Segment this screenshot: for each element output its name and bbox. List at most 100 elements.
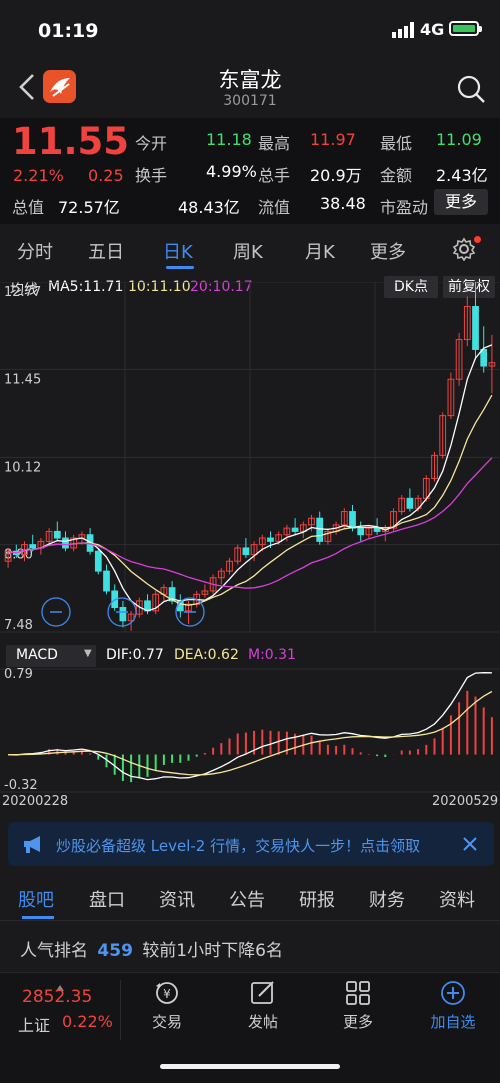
change-amount: 0.25	[88, 166, 124, 185]
bottom-tab-3[interactable]: 公告	[229, 886, 265, 912]
change-percent: 2.21%	[13, 166, 64, 185]
megaphone-icon	[24, 836, 40, 853]
candle-body	[357, 527, 365, 536]
popularity-row[interactable]: 人气排名 459 较前1小时下降6名	[20, 936, 283, 961]
active-bottom-tab-indicator	[22, 916, 54, 919]
dea-value: DEA:0.62	[174, 647, 239, 663]
active-tab-indicator	[166, 266, 194, 269]
current-price: 11.55	[12, 120, 130, 163]
candle-body	[373, 527, 381, 532]
quote-value: 11.97	[310, 130, 356, 149]
stock-code: 300171	[223, 93, 277, 109]
candle-body	[472, 305, 479, 350]
x-label-start: 20200228	[2, 794, 69, 809]
tab-5[interactable]: 更多	[370, 238, 406, 264]
quote-label: 市盈动	[380, 198, 429, 217]
tab-2[interactable]: 日K	[163, 238, 193, 264]
candle-body	[291, 527, 299, 532]
toolbar-3[interactable]: 加自选	[423, 1011, 483, 1032]
y-tick-label: 11.45	[4, 372, 41, 387]
tab-4[interactable]: 月K	[305, 238, 335, 264]
candlestick-chart[interactable]: 12.7711.4510.128.807.48	[0, 282, 500, 642]
banner-text[interactable]: 炒股必备超级 Level-2 行情，交易快人一步！点击领取	[56, 835, 420, 856]
tab-1[interactable]: 五日	[88, 238, 124, 264]
bottom-tab-2[interactable]: 资讯	[159, 886, 195, 912]
y-tick-label: 10.12	[4, 460, 41, 475]
quote-label: 最高	[258, 134, 291, 153]
candle-body	[53, 530, 61, 539]
tab-3[interactable]: 周K	[233, 238, 263, 264]
macd-max: 0.79	[4, 667, 33, 682]
quote-label: 金额	[380, 166, 413, 185]
trade-icon[interactable]: ¥	[153, 980, 181, 1006]
quote-value: 2.43亿	[436, 166, 488, 185]
candle-body	[406, 497, 414, 509]
toolbar-1[interactable]: 发帖	[233, 1011, 293, 1032]
m-value: M:0.31	[248, 647, 296, 663]
macd-label: MACD	[16, 647, 58, 663]
grid-icon[interactable]	[344, 980, 372, 1006]
dif-value: DIF:0.77	[106, 647, 164, 663]
bottom-tab-4[interactable]: 研报	[299, 886, 335, 912]
add-watchlist-icon[interactable]	[439, 980, 467, 1006]
index-name[interactable]: 上证	[18, 1012, 50, 1036]
popularity-label: 人气排名	[20, 941, 88, 961]
search-icon[interactable]	[456, 74, 486, 104]
quote-value: 11.18	[206, 130, 252, 149]
dea-line	[8, 690, 493, 776]
toolbar-0[interactable]: 交易	[137, 1011, 197, 1032]
quote-label: 换手	[135, 166, 168, 185]
macd-chart	[0, 668, 500, 793]
bottom-tab-5[interactable]: 财务	[369, 886, 405, 912]
candle-body	[480, 348, 488, 367]
signal-icon	[392, 22, 414, 38]
candle-body	[349, 511, 356, 529]
index-pct[interactable]: 0.22%	[62, 1012, 113, 1031]
candle-body	[94, 550, 102, 572]
quote-value: 20.9万	[310, 166, 362, 185]
notification-dot	[474, 236, 481, 243]
divider	[0, 920, 500, 921]
candle-body	[119, 607, 127, 622]
y-tick-label: 7.48	[4, 618, 33, 633]
index-value[interactable]: 2852.35	[22, 987, 92, 1007]
candle-body	[316, 517, 324, 542]
dropdown-icon: ▼	[84, 648, 92, 659]
candle-body	[242, 547, 250, 556]
popularity-note: 较前1小时下降6名	[142, 941, 283, 961]
close-icon[interactable]	[463, 837, 477, 851]
quote-label: 最低	[380, 134, 413, 153]
candle-body	[267, 537, 274, 542]
bottom-tab-1[interactable]: 盘口	[89, 886, 125, 912]
stock-name: 东富龙	[218, 68, 282, 92]
svg-text:¥: ¥	[163, 987, 171, 1001]
candle-body	[29, 544, 37, 549]
quote-label: 总手	[258, 166, 291, 185]
quote-value: 11.09	[436, 130, 482, 149]
popularity-rank: 459	[97, 941, 133, 961]
candle-body	[103, 570, 110, 592]
battery-icon	[449, 21, 482, 36]
bottom-tab-6[interactable]: 资料	[439, 886, 475, 912]
y-tick-label: 12.77	[4, 285, 41, 300]
toolbar-2[interactable]: 更多	[328, 1011, 388, 1032]
x-label-end: 20200529	[432, 794, 499, 809]
divider	[120, 980, 121, 1040]
quote-label: 今开	[135, 134, 168, 153]
quote-value: 48.43亿	[178, 198, 240, 217]
quote-label: 总值	[12, 198, 45, 217]
quote-value: 4.99%	[206, 162, 257, 181]
status-time: 01:19	[38, 20, 99, 42]
more-button[interactable]: 更多	[434, 189, 488, 215]
bottom-tab-0[interactable]: 股吧	[18, 886, 54, 912]
quote-value: 38.48	[320, 194, 366, 213]
macd-selector[interactable]: MACD ▼	[6, 645, 96, 667]
tab-0[interactable]: 分时	[17, 238, 53, 264]
quote-value: 72.57亿	[58, 198, 120, 217]
home-indicator	[160, 1064, 340, 1069]
network-label: 4G	[420, 20, 445, 39]
index-up-icon	[56, 976, 64, 991]
gear-icon[interactable]	[452, 237, 476, 261]
candle-body	[62, 537, 69, 549]
post-icon[interactable]	[249, 980, 277, 1006]
